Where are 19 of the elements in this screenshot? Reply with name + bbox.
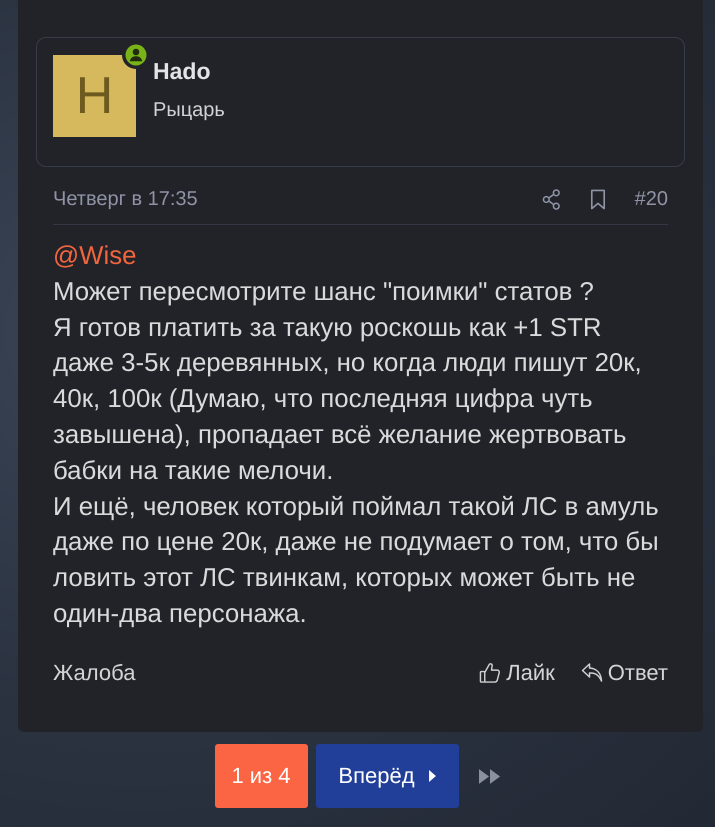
mention-link[interactable]: @Wise (53, 242, 137, 270)
post-date[interactable]: Четверг в 17:35 (53, 188, 198, 211)
reply-arrow-icon (580, 662, 603, 684)
avatar[interactable]: H (53, 55, 136, 137)
share-icon[interactable] (542, 189, 561, 210)
post-text: И ещё, человек который поймал такой ЛС в амуль даже по цене 20к, даже не подумает о том, что бы ловить этот ЛС твинкам, которых может быть не один-два персонажа. (53, 492, 660, 630)
fast-forward-icon[interactable] (478, 768, 500, 784)
report-link[interactable]: Жалоба (53, 660, 136, 686)
caret-right-icon (428, 770, 436, 782)
username-link[interactable]: Hado (153, 56, 225, 86)
bookmark-icon[interactable] (590, 189, 606, 210)
like-button[interactable]: Лайк (479, 660, 555, 686)
user-title: Рыцарь (153, 98, 225, 123)
next-page-button[interactable]: Вперёд (316, 744, 458, 808)
reply-button[interactable]: Ответ (580, 660, 668, 686)
thumbs-up-icon (479, 662, 502, 684)
post-text: Может пересмотрите шанс "поимки" статов ? (53, 276, 595, 308)
post-text: Я готов платить за такую роскошь как +1 STR даже 3-5к деревянных, но когда люди пишут 20к, 40к, 100к (Думаю, что последняя цифра чуть завышена), пропадает всё желание жертвовать бабки на такие мелочи. (53, 312, 643, 487)
post-number-link[interactable]: #20 (634, 188, 668, 211)
